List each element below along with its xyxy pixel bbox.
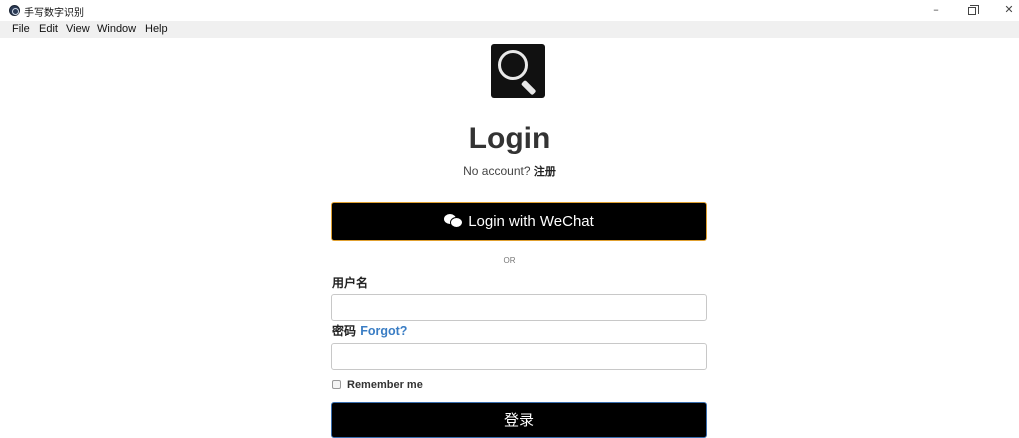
wechat-login-label: Login with WeChat (468, 213, 594, 230)
handle-shape (520, 79, 537, 96)
password-label: 密码 (332, 324, 357, 338)
menu-file[interactable]: File (12, 23, 30, 35)
menu-window[interactable]: Window (97, 23, 136, 35)
no-account-row: No account? 注册 (0, 163, 1019, 179)
menu-edit[interactable]: Edit (39, 23, 58, 35)
no-account-text: No account? (463, 164, 531, 178)
remember-me-row: Remember me (332, 379, 423, 391)
or-divider: OR (503, 256, 516, 265)
wechat-login-button[interactable]: Login with WeChat (331, 202, 707, 241)
app-icon (9, 5, 20, 16)
menu-bar: File Edit View Window Help (0, 21, 1019, 38)
page-title: Login (468, 122, 551, 155)
password-label-row: 密码 Forgot? (332, 322, 407, 339)
menu-view[interactable]: View (66, 23, 90, 35)
minimize-button[interactable]: – (922, 3, 950, 19)
register-link[interactable]: 注册 (534, 165, 556, 178)
menu-help[interactable]: Help (145, 23, 168, 35)
lens-shape (498, 50, 528, 80)
submit-login-button[interactable]: 登录 (331, 402, 707, 438)
username-label: 用户名 (332, 276, 369, 290)
restore-button[interactable] (958, 3, 986, 19)
remember-me-checkbox[interactable] (332, 380, 341, 389)
wechat-icon (444, 214, 463, 228)
window-title: 手写数字识别 (24, 8, 84, 19)
close-button[interactable]: ✕ (995, 3, 1019, 19)
restore-icon (968, 5, 979, 15)
password-input[interactable] (331, 343, 707, 370)
magnifier-icon (491, 44, 545, 98)
title-bar: 手写数字识别 – ✕ (0, 0, 1019, 21)
username-input[interactable] (331, 294, 707, 321)
forgot-password-link[interactable]: Forgot? (360, 324, 407, 338)
remember-me-label[interactable]: Remember me (347, 379, 423, 391)
